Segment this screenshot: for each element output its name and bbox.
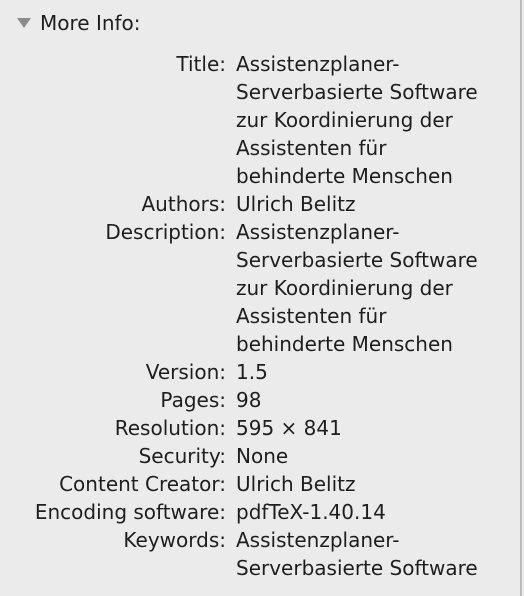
description-value: Assistenzplaner- Serverbasierte Software… [236, 220, 478, 356]
authors-label: Authors: [141, 192, 227, 216]
encoding-software-value: pdfTeX-1.40.14 [236, 500, 386, 524]
pages-label: Pages: [160, 388, 226, 412]
authors-value: Ulrich Belitz [236, 192, 356, 216]
info-panel: More Info: Title: Assistenzplaner- Serve… [0, 0, 522, 596]
resolution-label: Resolution: [114, 416, 226, 440]
version-value: 1.5 [236, 360, 268, 384]
more-info-disclosure[interactable]: More Info: [12, 8, 141, 38]
security-value: None [236, 444, 289, 468]
keywords-value: Assistenzplaner- Serverbasierte Software [236, 528, 478, 580]
info-fields: Title: Assistenzplaner- Serverbasierte S… [0, 50, 522, 582]
content-creator-label: Content Creator: [59, 472, 226, 496]
pages-value: 98 [236, 388, 262, 412]
title-value: Assistenzplaner- Serverbasierte Software… [236, 52, 478, 188]
disclosure-triangle-down-icon[interactable] [12, 11, 36, 35]
encoding-software-label: Encoding software: [34, 500, 226, 524]
keywords-label: Keywords: [123, 528, 226, 552]
title-label: Title: [176, 52, 226, 76]
security-label: Security: [138, 444, 226, 468]
description-label: Description: [105, 220, 226, 244]
version-label: Version: [145, 360, 226, 384]
content-creator-value: Ulrich Belitz [236, 472, 356, 496]
section-title: More Info: [40, 11, 141, 35]
resolution-value: 595 × 841 [236, 416, 342, 440]
